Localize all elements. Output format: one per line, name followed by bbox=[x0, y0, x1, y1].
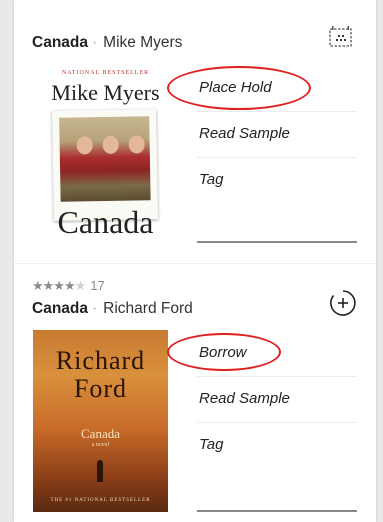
book2-cover-author-1: Richard bbox=[55, 346, 146, 375]
read-sample-button-2[interactable]: Read Sample bbox=[197, 377, 357, 423]
book2-title-line[interactable]: Canada · Richard Ford bbox=[32, 300, 193, 318]
borrow-highlight bbox=[167, 333, 281, 371]
read-sample-button[interactable]: Read Sample bbox=[197, 112, 357, 158]
book2-author[interactable]: Richard Ford bbox=[103, 300, 193, 317]
book1-divider bbox=[197, 241, 357, 243]
book2-cover[interactable]: Richard Ford Canada a novel THE #1 NATIO… bbox=[33, 330, 168, 512]
book2-cover-footer: THE #1 NATIONAL BESTSELLER bbox=[50, 498, 151, 503]
book2-title[interactable]: Canada bbox=[32, 300, 88, 317]
book2-cover-author-2: Ford bbox=[73, 374, 128, 403]
tag-button-2[interactable]: Tag bbox=[197, 423, 357, 468]
list-separator bbox=[14, 263, 376, 264]
star-empty-icon: ★ bbox=[74, 278, 87, 293]
book1-title-line[interactable]: Canada · Mike Myers bbox=[32, 34, 182, 52]
book1-cover[interactable]: NATIONAL BESTSELLER Mike Myers Canada bbox=[33, 64, 178, 244]
book1-title[interactable]: Canada bbox=[32, 34, 88, 51]
tag-button[interactable]: Tag bbox=[197, 158, 357, 203]
book1-cover-title: Canada bbox=[57, 204, 154, 240]
book2-cover-title: Canada bbox=[81, 426, 120, 441]
book1-cover-author: Mike Myers bbox=[51, 80, 160, 105]
calendar-icon[interactable] bbox=[327, 25, 354, 49]
book1-cover-banner: NATIONAL BESTSELLER bbox=[61, 70, 150, 76]
rating-count: 17 bbox=[90, 278, 105, 293]
figure-silhouette bbox=[97, 460, 103, 482]
add-icon[interactable] bbox=[329, 289, 357, 317]
place-hold-highlight bbox=[167, 66, 311, 110]
book2-cover-subtitle: a novel bbox=[91, 442, 110, 448]
star-icon: ★★★★ bbox=[32, 278, 76, 293]
book2-divider bbox=[197, 510, 357, 512]
book1-author[interactable]: Mike Myers bbox=[103, 34, 182, 51]
rating-stars: ★★★★★ 17 bbox=[32, 278, 105, 294]
